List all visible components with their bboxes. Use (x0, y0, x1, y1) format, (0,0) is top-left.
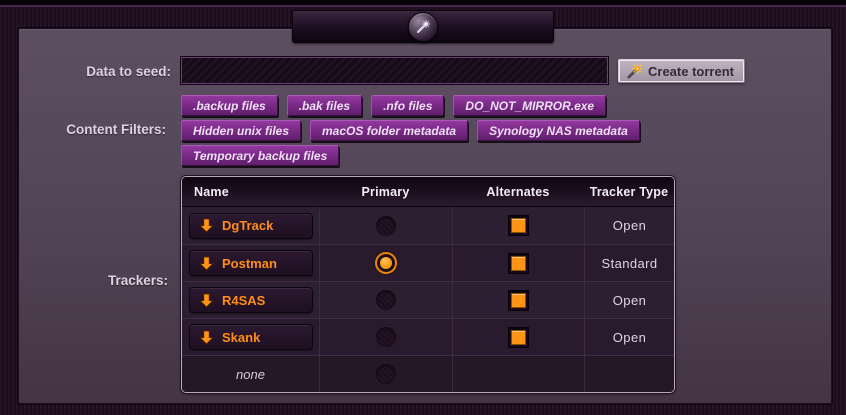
magic-wand-sphere-icon (408, 12, 438, 42)
download-arrow-icon (199, 256, 214, 271)
primary-radio[interactable] (376, 327, 396, 347)
alternates-cell (452, 282, 584, 318)
wand-glyph (415, 19, 431, 35)
magic-wand-icon (626, 63, 643, 80)
column-header: Primary (319, 177, 452, 206)
alternates-cell (452, 207, 584, 244)
tracker-table-header: NamePrimaryAlternatesTracker Type (182, 177, 674, 207)
tracker-type: Open (613, 218, 646, 233)
name-cell: none (182, 356, 319, 392)
none-label: none (236, 367, 265, 382)
trackers-label: Trackers: (20, 273, 168, 288)
data-to-seed-input[interactable] (181, 57, 608, 84)
alternates-cell (452, 319, 584, 355)
tracker-name: Skank (222, 330, 260, 345)
tracker-type-cell: Open (584, 282, 674, 318)
create-torrent-label: Create torrent (648, 64, 734, 79)
download-arrow-icon (199, 218, 214, 233)
tracker-table: NamePrimaryAlternatesTracker Type DgTrac… (181, 176, 675, 393)
tracker-type: Standard (602, 256, 658, 271)
name-cell: Skank (182, 319, 319, 355)
primary-cell (319, 245, 452, 281)
content-filter-chip[interactable]: DO_NOT_MIRROR.exe (453, 95, 606, 116)
name-cell: Postman (182, 245, 319, 281)
alternates-checkbox[interactable] (508, 253, 529, 274)
primary-radio[interactable] (376, 364, 396, 384)
content-filter-chip[interactable]: .nfo files (371, 95, 444, 116)
filter-chips: .backup files .bak files .nfo files DO_NOT_… (181, 95, 643, 166)
alternates-checkbox[interactable] (508, 327, 529, 348)
tracker-name: DgTrack (222, 218, 273, 233)
tracker-link-button[interactable]: R4SAS (189, 287, 313, 313)
tracker-type: Open (613, 330, 646, 345)
primary-radio[interactable] (375, 252, 397, 274)
column-header: Name (182, 177, 319, 206)
data-to-seed-label: Data to seed: (20, 64, 171, 79)
primary-cell (319, 356, 452, 392)
content-filters-label: Content Filters: (18, 122, 166, 137)
download-arrow-icon (199, 293, 214, 308)
tracker-type: Open (613, 293, 646, 308)
alternates-cell (452, 245, 584, 281)
download-arrow-icon (199, 330, 214, 345)
tracker-type-cell (584, 356, 674, 392)
column-header: Tracker Type (584, 177, 674, 206)
primary-cell (319, 282, 452, 318)
filter-chip-row: .backup files .bak files .nfo files DO_NOT_… (181, 95, 643, 116)
tracker-type-cell: Open (584, 319, 674, 355)
primary-radio[interactable] (376, 216, 396, 236)
filter-chip-row: Temporary backup files (181, 145, 643, 166)
tracker-row: none (182, 355, 674, 392)
primary-cell (319, 207, 452, 244)
content-filter-chip[interactable]: Synology NAS metadata (477, 120, 640, 141)
top-purple-rule (0, 5, 846, 7)
name-cell: DgTrack (182, 207, 319, 244)
tracker-table-body: DgTrackOpenPostmanStandardR4SASOpenSkank… (182, 207, 674, 392)
column-header: Alternates (452, 177, 584, 206)
tracker-row: DgTrack Open (182, 207, 674, 244)
tracker-row: Postman Standard (182, 244, 674, 281)
alternates-checkbox[interactable] (508, 215, 529, 236)
alternates-cell (452, 356, 584, 392)
i2psnark-create-torrent-page: { "section_header": { "icon": "magic-wan… (0, 0, 846, 415)
primary-radio[interactable] (376, 290, 396, 310)
tracker-link-button[interactable]: Postman (189, 250, 313, 276)
tracker-name: R4SAS (222, 293, 265, 308)
content-filter-chip[interactable]: Hidden unix files (181, 120, 301, 141)
section-collapse-tab[interactable] (292, 10, 554, 43)
tracker-link-button[interactable]: DgTrack (189, 213, 313, 239)
tracker-type-cell: Standard (584, 245, 674, 281)
tracker-link-button[interactable]: Skank (189, 324, 313, 350)
content-filter-chip[interactable]: macOS folder metadata (310, 120, 468, 141)
tracker-type-cell: Open (584, 207, 674, 244)
filter-chip-row: Hidden unix files macOS folder metadata Sy… (181, 120, 643, 141)
name-cell: R4SAS (182, 282, 319, 318)
alternates-checkbox[interactable] (508, 290, 529, 311)
tracker-row: Skank Open (182, 318, 674, 355)
tracker-row: R4SAS Open (182, 281, 674, 318)
primary-cell (319, 319, 452, 355)
content-filter-chip[interactable]: Temporary backup files (181, 145, 339, 166)
content-filter-chip[interactable]: .backup files (181, 95, 278, 116)
content-filter-chip[interactable]: .bak files (287, 95, 362, 116)
create-torrent-button[interactable]: Create torrent (618, 59, 745, 83)
tracker-name: Postman (222, 256, 277, 271)
